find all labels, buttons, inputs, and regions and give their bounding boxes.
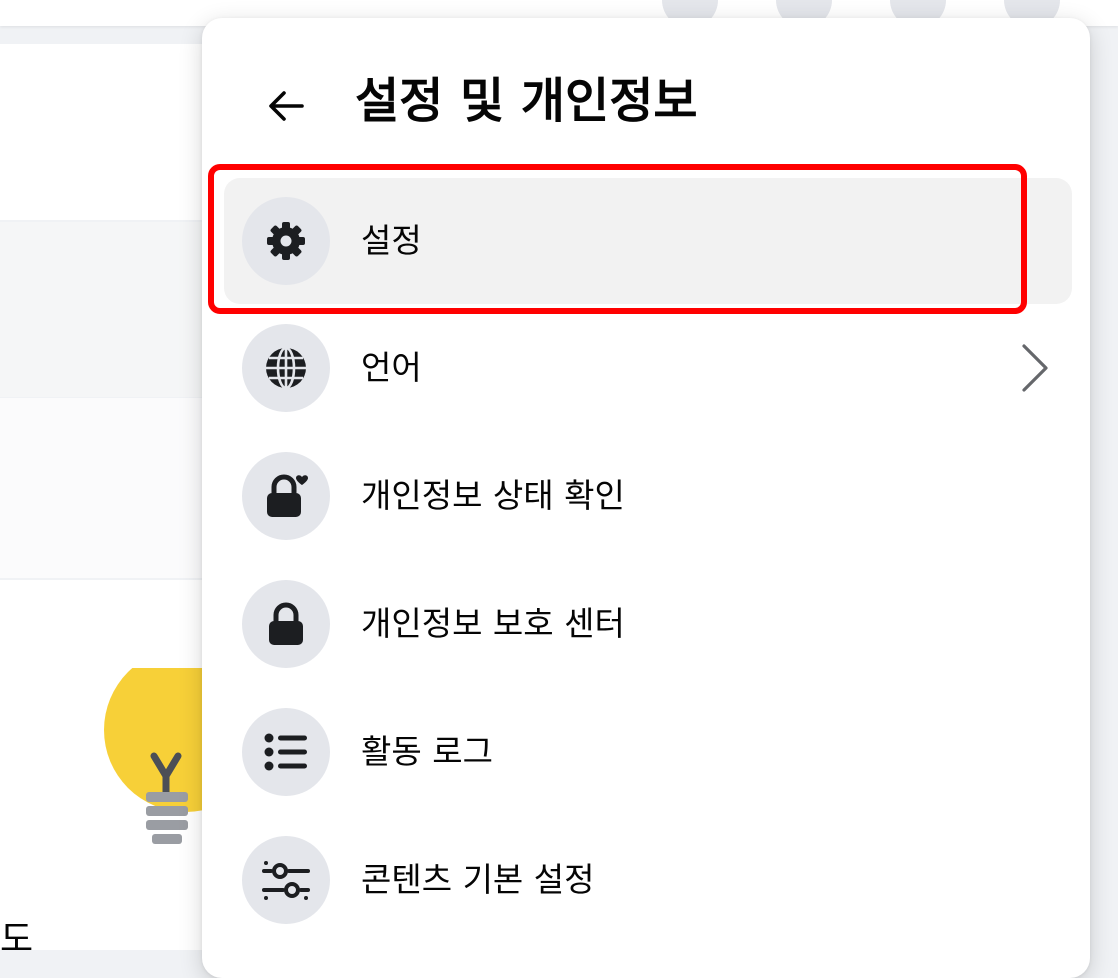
menu-item-privacy-checkup[interactable]: 개인정보 상태 확인 bbox=[224, 433, 1072, 559]
menu-item-activity-log[interactable]: 활동 로그 bbox=[224, 689, 1072, 815]
lock-heart-icon bbox=[267, 474, 308, 517]
menu-item-privacy-center[interactable]: 개인정보 보호 센터 bbox=[224, 561, 1072, 687]
chevron-right-icon bbox=[1007, 340, 1063, 396]
background-partial-text: 도 bbox=[0, 919, 34, 960]
menu-item-content-preferences[interactable]: 콘텐츠 기본 설정 bbox=[224, 817, 1072, 943]
menu-item-icon-circle bbox=[242, 708, 330, 796]
background-card bbox=[0, 398, 230, 578]
lock-icon bbox=[269, 602, 303, 645]
background-card bbox=[0, 222, 230, 397]
menu-item-icon-circle bbox=[242, 836, 330, 924]
settings-privacy-menu: 설정 및 개인정보 설정 언어 개인정보 상태 확인 개인정보 보호 센터 활동… bbox=[202, 18, 1090, 978]
globe-icon bbox=[266, 346, 306, 390]
menu-item-icon-circle bbox=[242, 452, 330, 540]
menu-item-icon-circle bbox=[242, 197, 330, 285]
menu-item-label: 개인정보 상태 확인 bbox=[361, 476, 625, 515]
menu-item-icon-circle bbox=[242, 580, 330, 668]
gear-icon bbox=[267, 222, 305, 260]
menu-header: 설정 및 개인정보 bbox=[202, 18, 1090, 178]
sliders-icon bbox=[262, 861, 310, 900]
back-arrow-icon bbox=[269, 91, 304, 121]
menu-item-language[interactable]: 언어 bbox=[224, 305, 1072, 431]
back-button[interactable] bbox=[250, 70, 322, 142]
background-card bbox=[0, 44, 230, 220]
menu-item-label: 설정 bbox=[361, 221, 422, 260]
list-icon bbox=[264, 733, 307, 771]
menu-item-icon-circle bbox=[242, 324, 330, 412]
menu-title: 설정 및 개인정보 bbox=[355, 73, 698, 129]
menu-item-settings[interactable]: 설정 bbox=[224, 178, 1072, 304]
menu-item-label: 활동 로그 bbox=[361, 732, 493, 771]
menu-item-label: 언어 bbox=[361, 348, 422, 387]
menu-item-label: 콘텐츠 기본 설정 bbox=[361, 860, 595, 899]
menu-item-label: 개인정보 보호 센터 bbox=[361, 604, 625, 643]
